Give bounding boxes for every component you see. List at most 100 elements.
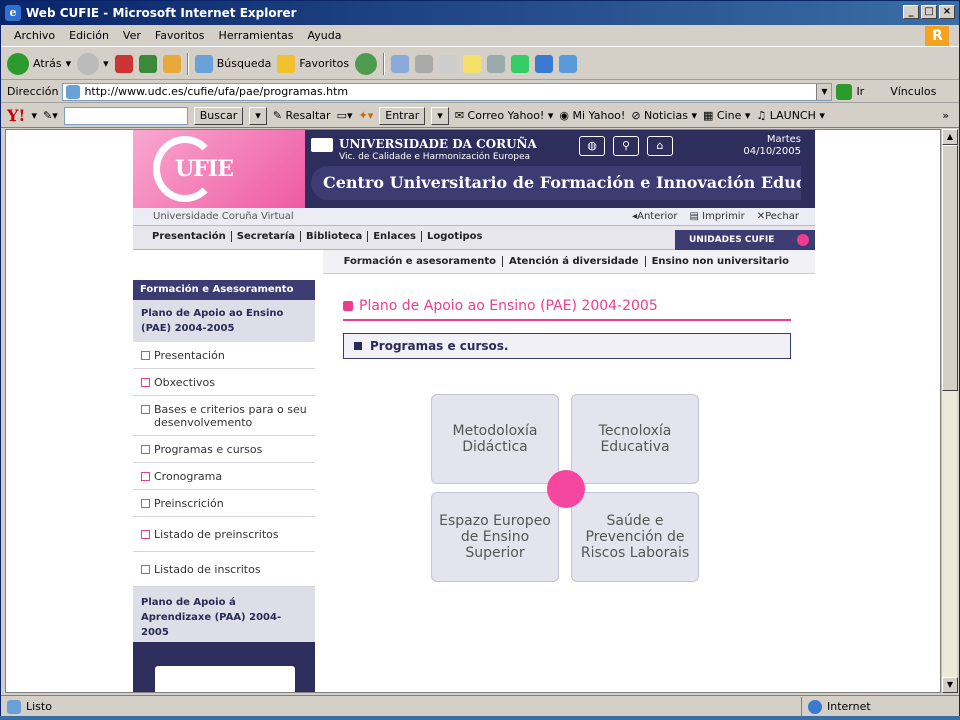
- nav-logotipos[interactable]: Logotipos: [422, 231, 487, 242]
- page-icon: [66, 84, 81, 99]
- messenger-icon[interactable]: [487, 54, 506, 73]
- ucv-link[interactable]: Universidade Coruña Virtual: [153, 211, 294, 222]
- compass-icon[interactable]: ✦▾: [359, 109, 374, 122]
- pink-dot-icon: [797, 234, 809, 246]
- buscar-dropdown[interactable]: ▾: [249, 106, 267, 125]
- sidebar-item-bases[interactable]: Bases e criterios para o seu desenvolvem…: [133, 396, 315, 436]
- yahoo-dropdown-icon[interactable]: ▾: [31, 109, 37, 122]
- unit-nav: Formación e asesoramento Atención á dive…: [323, 250, 815, 274]
- web-page: UFIE UNIVERSIDADE DA CORUÑA Vic. de Cali…: [133, 130, 815, 692]
- sidebar-item-preinscricion[interactable]: Preinscrición: [133, 490, 315, 517]
- pencil-icon[interactable]: ✎▾: [43, 109, 58, 122]
- anterior-link[interactable]: ◂Anterior: [632, 211, 677, 222]
- favorites-button[interactable]: Favoritos: [277, 54, 349, 73]
- address-input[interactable]: http://www.udc.es/cufie/ufa/pae/programa…: [62, 82, 833, 101]
- research-icon[interactable]: [511, 54, 530, 73]
- menu-archivo[interactable]: Archivo: [7, 29, 62, 42]
- close-button[interactable]: ×: [939, 5, 955, 19]
- popup-blocker-icon[interactable]: ▭▾: [337, 109, 353, 122]
- print-icon[interactable]: [415, 54, 434, 73]
- cine-link[interactable]: ▦ Cine ▾: [703, 109, 750, 122]
- nav-presentacion[interactable]: Presentación: [147, 231, 232, 242]
- unit-ensino[interactable]: Ensino non universitario: [646, 256, 795, 267]
- scroll-thumb[interactable]: [942, 145, 958, 391]
- maximize-button[interactable]: □: [921, 5, 937, 19]
- history-icon[interactable]: [355, 52, 378, 75]
- sidebar-item-programas[interactable]: Programas e cursos: [133, 436, 315, 463]
- mi-yahoo-link[interactable]: ◉ Mi Yahoo!: [559, 109, 625, 122]
- buscar-button[interactable]: Buscar: [193, 106, 244, 125]
- sidebar-item-cronograma[interactable]: Cronograma: [133, 463, 315, 490]
- tile-tecnoloxia[interactable]: Tecnoloxía Educativa: [571, 394, 699, 484]
- menu-ayuda[interactable]: Ayuda: [300, 29, 348, 42]
- stop-icon[interactable]: [114, 54, 133, 73]
- menu-edicion[interactable]: Edición: [62, 29, 116, 42]
- menu-ver[interactable]: Ver: [116, 29, 148, 42]
- main-nav: Presentación Secretaría Biblioteca Enlac…: [133, 226, 815, 250]
- imprimir-link[interactable]: ▤ Imprimir: [690, 211, 745, 222]
- bullet-icon: [141, 499, 150, 508]
- home-icon[interactable]: [162, 54, 181, 73]
- bullet-icon: [141, 445, 150, 454]
- ufa-banner-image[interactable]: [133, 642, 315, 692]
- nav-secretaria[interactable]: Secretaría: [232, 231, 302, 242]
- launch-link[interactable]: ♫ LAUNCH ▾: [756, 109, 825, 122]
- tile-metodoloxia[interactable]: Metodoloxía Didáctica: [431, 394, 559, 484]
- nav-biblioteca[interactable]: Biblioteca: [301, 231, 369, 242]
- msn-people-icon[interactable]: [559, 54, 578, 73]
- sidebar-item-preinscritos[interactable]: Listado de preinscritos: [133, 517, 315, 552]
- sidebar-item-presentacion[interactable]: Presentación: [133, 342, 315, 369]
- globe-icon[interactable]: ◍: [579, 136, 605, 156]
- address-url: http://www.udc.es/cufie/ufa/pae/programa…: [84, 85, 349, 98]
- unit-formacion[interactable]: Formación e asesoramento: [338, 256, 504, 267]
- vertical-scrollbar[interactable]: ▲ ▼: [941, 129, 958, 693]
- menu-favoritos[interactable]: Favoritos: [148, 29, 212, 42]
- refresh-icon[interactable]: [138, 54, 157, 73]
- search-icon[interactable]: ⚲: [613, 136, 639, 156]
- minimize-button[interactable]: _: [903, 5, 919, 19]
- discuss-icon[interactable]: [463, 54, 482, 73]
- yahoo-logo[interactable]: Y!: [7, 106, 25, 125]
- resaltar-button[interactable]: ✎ Resaltar: [273, 109, 331, 122]
- nav-enlaces[interactable]: Enlaces: [368, 231, 423, 242]
- edit-icon[interactable]: [439, 54, 458, 73]
- entrar-dropdown[interactable]: ▾: [431, 106, 449, 125]
- unit-atencion[interactable]: Atención á diversidade: [503, 256, 646, 267]
- forward-button[interactable]: ▾: [77, 52, 109, 75]
- scroll-up-button[interactable]: ▲: [942, 129, 958, 145]
- correo-yahoo-link[interactable]: ✉ Correo Yahoo! ▾: [455, 109, 554, 122]
- section-header: Programas e cursos.: [343, 333, 791, 359]
- noticias-link[interactable]: ⊘ Noticias ▾: [631, 109, 697, 122]
- cufie-logo[interactable]: UFIE: [133, 130, 305, 208]
- yahoo-search-input[interactable]: [63, 106, 188, 125]
- ie-window: e Web CUFIE - Microsoft Internet Explore…: [0, 0, 960, 720]
- mail-icon[interactable]: [391, 54, 410, 73]
- search-button[interactable]: Búsqueda: [194, 54, 271, 73]
- links-label[interactable]: Vínculos: [890, 85, 936, 98]
- sidebar-item-obxectivos[interactable]: Obxectivos: [133, 369, 315, 396]
- unidades-cufie-tab[interactable]: UNIDADES CUFIE: [675, 230, 815, 250]
- tile-espazo-europeo[interactable]: Espazo Europeo de Ensino Superior: [431, 492, 559, 582]
- sidebar-item-inscritos[interactable]: Listado de inscritos: [133, 552, 315, 587]
- back-button[interactable]: Atrás ▾: [7, 52, 71, 75]
- sidebar-group-pae[interactable]: Plano de Apoio ao Ensino (PAE) 2004-2005: [133, 300, 315, 342]
- toolbar-overflow-icon[interactable]: »: [942, 109, 959, 122]
- home-icon[interactable]: ⌂: [647, 136, 673, 156]
- center-title: Centro Universitario de Formación e Inno…: [311, 166, 801, 200]
- address-dropdown-icon[interactable]: ▼: [816, 83, 832, 100]
- menu-herramientas[interactable]: Herramientas: [212, 29, 301, 42]
- back-arrow-icon: [7, 52, 29, 75]
- scroll-down-button[interactable]: ▼: [942, 677, 958, 693]
- university-crest-icon: [311, 138, 333, 152]
- go-button[interactable]: Ir: [836, 83, 864, 100]
- bullet-icon: [141, 378, 150, 387]
- tile-saude[interactable]: Saúde e Prevención de Riscos Laborais: [571, 492, 699, 582]
- pechar-link[interactable]: ✕Pechar: [757, 211, 799, 222]
- entrar-button[interactable]: Entrar: [379, 106, 426, 125]
- media-icon[interactable]: [535, 54, 554, 73]
- header-date: Martes 04/10/2005: [743, 134, 801, 158]
- program-grid: Metodoloxía Didáctica Tecnoloxía Educati…: [431, 394, 701, 584]
- toolbar-separator: [186, 52, 189, 75]
- sidebar-group-paa[interactable]: Plano de Apoio á Aprendizaxe (PAA) 2004-…: [133, 587, 315, 650]
- header-date-value: 04/10/2005: [743, 146, 801, 157]
